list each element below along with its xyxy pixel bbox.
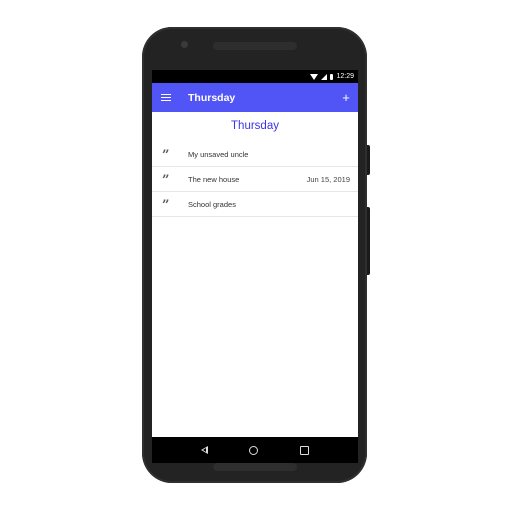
add-icon[interactable]: +: [340, 91, 352, 104]
back-icon[interactable]: [200, 446, 208, 454]
volume-button: [367, 207, 370, 275]
recents-icon[interactable]: [300, 445, 310, 455]
app-bar: Thursday +: [152, 83, 358, 112]
quote-icon: ”: [162, 173, 170, 188]
item-date: Jun 15, 2019: [306, 174, 350, 184]
screen: 12:29 Thursday + Thursday ” My unsaved u…: [152, 70, 358, 437]
signal-icon: [321, 73, 328, 80]
entry-list: ” My unsaved uncle ” The new house Jun 1…: [152, 142, 358, 217]
status-time: 12:29: [336, 73, 354, 80]
menu-icon[interactable]: [161, 93, 171, 102]
quote-icon: ”: [162, 148, 170, 163]
item-title: My unsaved uncle: [188, 149, 249, 159]
phone-frame: 12:29 Thursday + Thursday ” My unsaved u…: [142, 27, 370, 483]
list-item[interactable]: ” School grades: [152, 192, 358, 217]
quote-icon: ”: [162, 198, 170, 213]
status-bar: 12:29: [152, 70, 358, 83]
app-bar-title: Thursday: [188, 91, 236, 104]
item-title: The new house: [188, 174, 240, 184]
page-title: Thursday: [231, 120, 279, 132]
list-item[interactable]: ” My unsaved uncle: [152, 142, 358, 167]
item-title: School grades: [188, 199, 236, 209]
home-icon[interactable]: [249, 445, 259, 455]
front-camera: [181, 41, 188, 48]
top-speaker: [213, 42, 297, 50]
list-item[interactable]: ” The new house Jun 15, 2019: [152, 167, 358, 192]
battery-icon: [330, 73, 334, 80]
power-button: [367, 145, 370, 175]
wifi-icon: [310, 73, 319, 80]
bottom-speaker: [213, 463, 297, 471]
navigation-bar: [152, 437, 358, 463]
